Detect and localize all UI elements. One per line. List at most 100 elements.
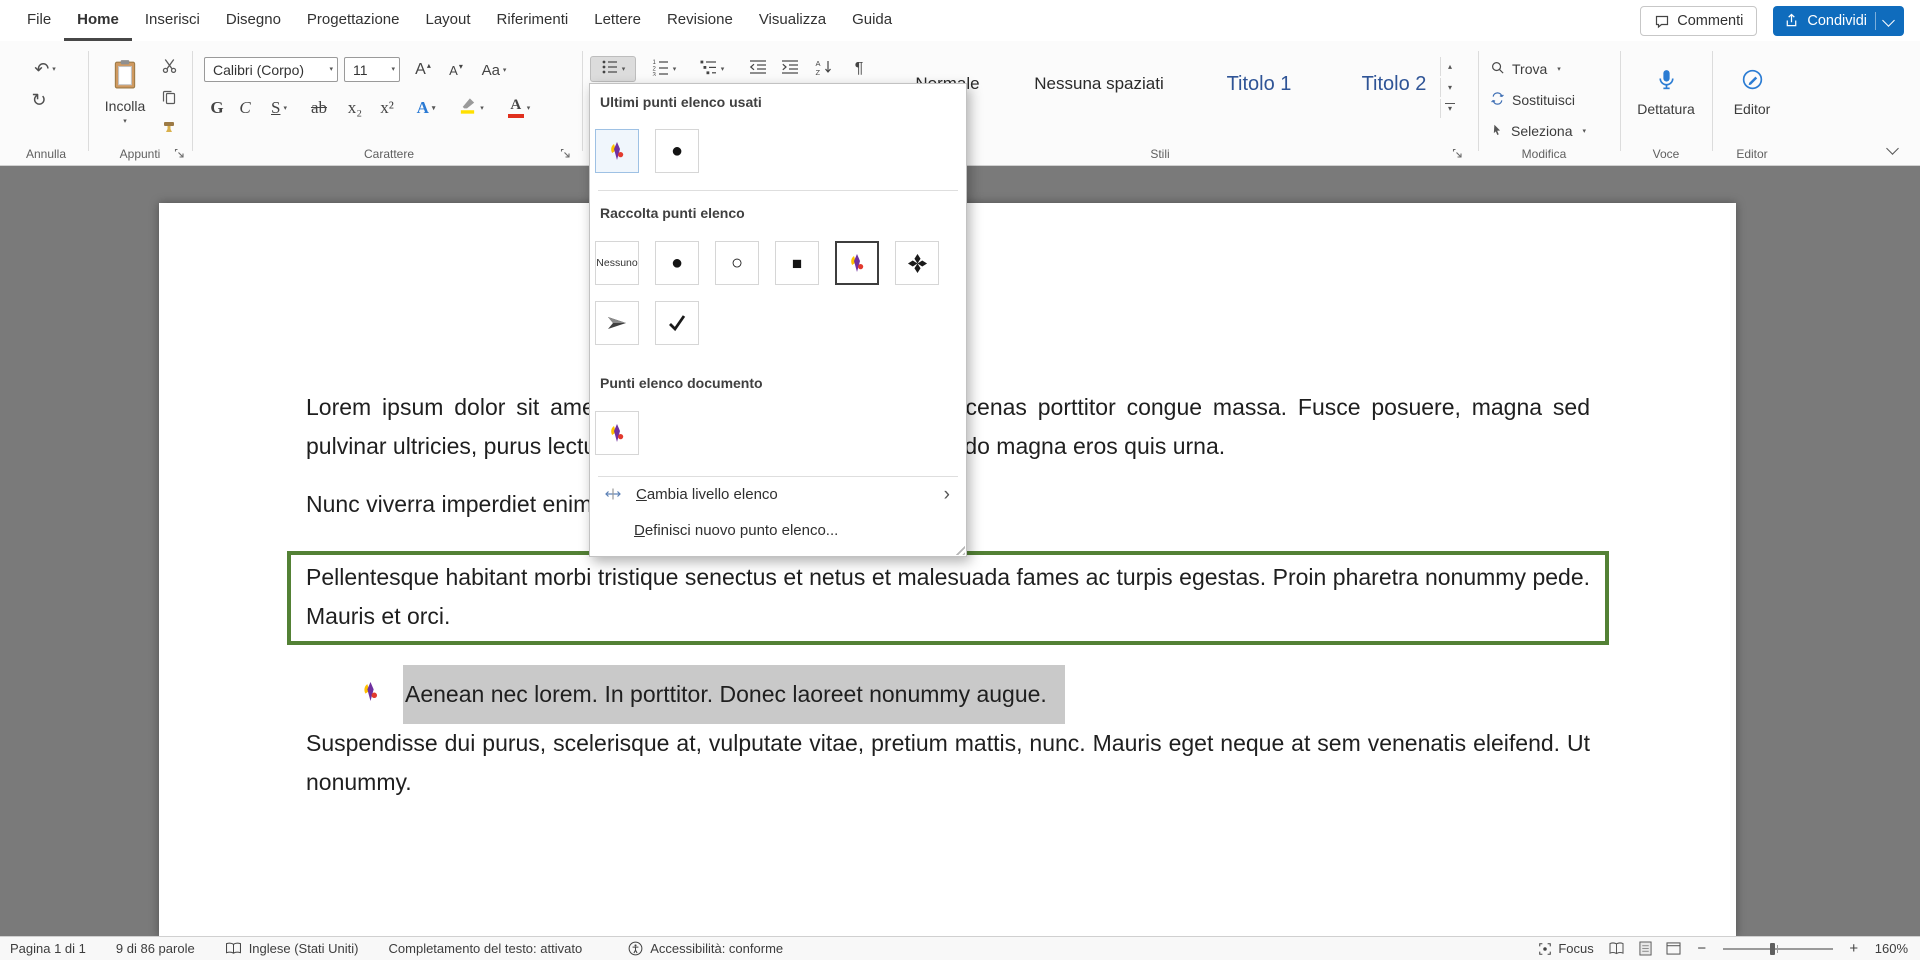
editing-group-label: Modifica xyxy=(1488,147,1600,161)
style-nessuna-spaziatura[interactable]: Nessuna spaziati xyxy=(1015,55,1183,113)
shrink-font-button[interactable]: A▾ xyxy=(442,57,470,83)
bold-button[interactable]: G xyxy=(204,95,230,121)
word-count[interactable]: 9 di 86 parole xyxy=(116,941,195,956)
bullet-library-menu: Ultimi punti elenco usati ● Raccolta pun… xyxy=(589,83,967,557)
font-dialog-launcher[interactable] xyxy=(558,146,572,160)
multilevel-list-button[interactable]: ▾ xyxy=(690,56,734,82)
tab-disegno[interactable]: Disegno xyxy=(213,0,294,41)
strikethrough-button[interactable]: ab xyxy=(302,95,336,121)
change-list-level-item[interactable]: Cambia livello elenco › xyxy=(596,480,960,508)
tab-progettazione[interactable]: Progettazione xyxy=(294,0,413,41)
web-layout-button[interactable] xyxy=(1666,942,1681,955)
bullet-option-circle[interactable]: ○ xyxy=(715,241,759,285)
tab-guida[interactable]: Guida xyxy=(839,0,905,41)
tab-visualizza[interactable]: Visualizza xyxy=(746,0,839,41)
share-button[interactable]: Condividi xyxy=(1773,6,1904,36)
copy-button[interactable] xyxy=(156,86,182,112)
select-button[interactable]: Seleziona ▾ xyxy=(1490,118,1586,144)
tab-layout[interactable]: Layout xyxy=(413,0,484,41)
none-label: Nessuno xyxy=(596,257,637,269)
bullet-option-custom-document[interactable] xyxy=(595,411,639,455)
bullet-option-none[interactable]: Nessuno xyxy=(595,241,639,285)
numbering-button[interactable]: 123 ▾ xyxy=(642,56,686,82)
focus-mode-button[interactable]: Focus xyxy=(1538,941,1593,956)
zoom-thumb[interactable] xyxy=(1770,943,1775,955)
custom-bullet-icon xyxy=(847,253,867,273)
font-size-combo[interactable]: 11 ▾ xyxy=(344,57,400,82)
read-mode-button[interactable] xyxy=(1608,942,1625,955)
comments-button[interactable]: Commenti xyxy=(1640,6,1757,36)
editor-button[interactable]: Editor xyxy=(1720,51,1784,133)
increase-indent-button[interactable] xyxy=(776,56,804,82)
language-indicator[interactable]: Inglese (Stati Uniti) xyxy=(249,941,359,956)
show-formatting-button[interactable]: ¶ xyxy=(846,56,872,82)
underline-button[interactable]: S▾ xyxy=(260,95,298,121)
dialog-launcher-icon xyxy=(1452,148,1463,159)
grow-font-button[interactable]: A▴ xyxy=(408,57,438,83)
accessibility-status[interactable]: Accessibilità: conforme xyxy=(650,941,783,956)
redo-button[interactable]: ↻ xyxy=(24,87,54,113)
bullet-option-arrow[interactable] xyxy=(595,301,639,345)
zoom-slider[interactable] xyxy=(1723,942,1833,956)
tab-inserisci[interactable]: Inserisci xyxy=(132,0,213,41)
bullets-button[interactable]: ▾ xyxy=(590,56,636,82)
replace-button[interactable]: Sostituisci xyxy=(1490,87,1575,113)
font-family-combo[interactable]: Calibri (Corpo) ▾ xyxy=(204,57,338,82)
styles-gallery-expand-button[interactable]: ▾ xyxy=(1440,99,1459,118)
subscript-label: x₂ xyxy=(348,98,362,118)
bar xyxy=(1445,103,1455,104)
numbered-list-icon: 123 xyxy=(652,58,670,81)
zoom-in-button[interactable]: + xyxy=(1847,940,1861,957)
tab-riferimenti[interactable]: Riferimenti xyxy=(484,0,582,41)
selected-text[interactable]: Aenean nec lorem. In porttitor. Donec la… xyxy=(403,665,1065,724)
strikethrough-label: ab xyxy=(311,98,327,118)
find-button[interactable]: Trova ▾ xyxy=(1490,56,1561,82)
change-case-button[interactable]: Aa▾ xyxy=(474,57,514,83)
highlight-color-button[interactable]: ▾ xyxy=(450,95,492,121)
focus-icon xyxy=(1538,942,1552,956)
collapse-ribbon-button[interactable] xyxy=(1880,135,1904,161)
zoom-out-button[interactable]: − xyxy=(1695,940,1709,957)
bordered-paragraph[interactable]: Pellentesque habitant morbi tristique se… xyxy=(287,551,1609,645)
bullet-option-square[interactable]: ■ xyxy=(775,241,819,285)
styles-dialog-launcher[interactable] xyxy=(1450,146,1464,160)
zoom-level[interactable]: 160% xyxy=(1875,941,1908,956)
cut-button[interactable] xyxy=(156,55,182,81)
style-titolo-1[interactable]: Titolo 1 xyxy=(1200,55,1318,113)
proofing-book-icon[interactable] xyxy=(225,942,242,955)
bullet-option-check[interactable] xyxy=(655,301,699,345)
styles-scroll-up-button[interactable]: ▴ xyxy=(1440,57,1459,76)
group-separator xyxy=(582,51,583,151)
bullet-option-dot[interactable]: ● xyxy=(655,241,699,285)
paste-button[interactable]: Incolla ▾ xyxy=(98,51,152,133)
bullet-list-item[interactable]: Aenean nec lorem. In porttitor. Donec la… xyxy=(360,665,1590,724)
font-color-button[interactable]: A ▾ xyxy=(496,95,542,121)
page-indicator[interactable]: Pagina 1 di 1 xyxy=(10,941,86,956)
text-completion-indicator[interactable]: Completamento del testo: attivato xyxy=(389,941,583,956)
format-painter-button[interactable] xyxy=(156,117,182,143)
italic-button[interactable]: C xyxy=(232,95,258,121)
paragraph-3[interactable]: Pellentesque habitant morbi tristique se… xyxy=(306,558,1590,636)
bullet-option-custom-recent[interactable] xyxy=(595,129,639,173)
bullet-option-custom-selected[interactable] xyxy=(835,241,879,285)
print-layout-button[interactable] xyxy=(1639,941,1652,956)
define-new-bullet-item[interactable]: Definisci nuovo punto elenco... xyxy=(596,516,960,544)
undo-icon: ↶ xyxy=(34,60,49,78)
decrease-indent-button[interactable] xyxy=(744,56,772,82)
superscript-button[interactable]: x² xyxy=(372,95,402,121)
subscript-button[interactable]: x₂ xyxy=(340,95,370,121)
styles-scroll-down-button[interactable]: ▾ xyxy=(1440,78,1459,97)
paragraph-5[interactable]: Suspendisse dui purus, scelerisque at, v… xyxy=(306,724,1590,802)
dictate-button[interactable]: Dettatura xyxy=(1628,51,1704,133)
sort-button[interactable]: AZ xyxy=(808,56,840,82)
tab-file[interactable]: File xyxy=(14,0,64,41)
bullet-option-diamonds[interactable] xyxy=(895,241,939,285)
tab-lettere[interactable]: Lettere xyxy=(581,0,654,41)
style-titolo-2[interactable]: Titolo 2 xyxy=(1335,55,1453,113)
tab-revisione[interactable]: Revisione xyxy=(654,0,746,41)
undo-button[interactable]: ↶▾ xyxy=(22,56,68,82)
bullet-option-dot-recent[interactable]: ● xyxy=(655,129,699,173)
tab-home[interactable]: Home xyxy=(64,0,132,41)
clipboard-dialog-launcher[interactable] xyxy=(172,146,186,160)
text-effects-button[interactable]: A▾ xyxy=(406,95,446,121)
